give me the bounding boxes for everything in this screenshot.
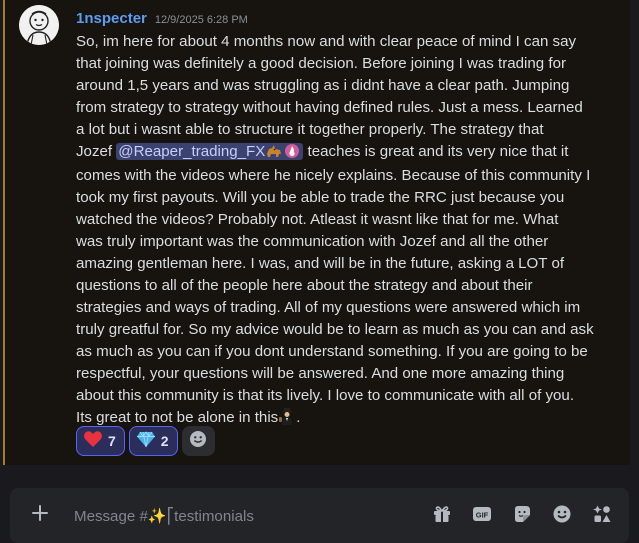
message-line: Jozef @Reaper_trading_FX teaches is grea…	[76, 141, 628, 165]
gif-icon: GIF	[472, 504, 492, 529]
apps-button[interactable]	[589, 503, 615, 529]
gif-button[interactable]: GIF	[469, 503, 495, 529]
emoji-icon	[552, 504, 572, 529]
message-line: was truly important was the communicatio…	[76, 233, 549, 250]
add-reaction-button[interactable]	[181, 426, 215, 456]
reaction-count: 2	[160, 433, 169, 449]
message-text: teaches is great and its very nice that …	[303, 143, 569, 160]
message-line: as much as you can if you dont understan…	[76, 343, 588, 360]
timestamp: 12/9/2025 6:28 PM	[154, 14, 248, 26]
gift-icon	[432, 504, 452, 529]
sticker-button[interactable]	[509, 503, 535, 529]
composer-tools: GIF	[429, 503, 615, 529]
message-content: So, im here for about 4 months now and w…	[76, 31, 628, 431]
reaction-count: 7	[108, 433, 116, 449]
message-text: Its great to not be alone in this	[76, 409, 279, 426]
dog-emoji-icon	[265, 143, 283, 165]
message-header: 1nspecter 12/9/2025 6:28 PM	[76, 10, 248, 27]
message-input-placeholder[interactable]: Message #✨⎡testimonials	[74, 507, 254, 525]
sticker-icon	[512, 504, 532, 529]
message-text: Jozef	[76, 143, 117, 160]
emoji-button[interactable]	[549, 503, 575, 529]
message-line: respectful, your questions will be answe…	[76, 365, 565, 382]
user-mention[interactable]: @Reaper_trading_FX	[116, 143, 304, 160]
gem-emoji-icon	[136, 430, 156, 453]
gift-button[interactable]	[429, 503, 455, 529]
message-line: about this community is that its lively.…	[76, 387, 575, 404]
add-attachment-button[interactable]	[28, 503, 52, 527]
message-line: from strategy to strategy without having…	[76, 99, 583, 116]
message-text: .	[296, 409, 301, 426]
message-line: watched the videos? Probably not. Atleas…	[76, 211, 559, 228]
message-line: around 1,5 years and was struggling as i…	[76, 77, 570, 94]
message-line: comes with the videos where he nicely ex…	[76, 167, 591, 184]
username[interactable]: 1nspecter	[76, 10, 147, 27]
user-avatar[interactable]	[19, 5, 59, 45]
message-line: questions to all of the people here abou…	[76, 277, 533, 294]
message-composer[interactable]: Message #✨⎡testimonials GIF	[10, 488, 629, 543]
flame-badge-icon	[283, 143, 301, 165]
composer-area: Message #✨⎡testimonials GIF	[0, 488, 639, 543]
reaction-heart[interactable]: 7	[76, 426, 125, 456]
heart-emoji-icon	[83, 430, 103, 453]
reactions-bar: 7 2	[76, 426, 215, 456]
message-line: strategies and ways of trading. All of m…	[76, 299, 581, 316]
svg-text:GIF: GIF	[476, 510, 489, 519]
apps-icon	[592, 504, 612, 529]
mention-text: @Reaper_trading_FX	[118, 143, 266, 160]
message-line: amazing gentleman here. I was, and will …	[76, 255, 565, 272]
gentleman-emoji-icon	[278, 407, 296, 431]
message-line: took my first payouts. Will you be able …	[76, 189, 565, 206]
reaction-gem[interactable]: 2	[128, 426, 178, 456]
message-line: that joining was definitely a good decis…	[76, 55, 567, 72]
message-line: truly greatful for. So my advice would b…	[76, 321, 594, 338]
message-line: a lot but i wasnt able to structure it t…	[76, 121, 544, 138]
chat-area: 1nspecter 12/9/2025 6:28 PM So, im here …	[0, 0, 639, 488]
message-highlighted[interactable]: 1nspecter 12/9/2025 6:28 PM So, im here …	[3, 0, 630, 465]
add-reaction-icon	[189, 430, 207, 453]
add-icon	[30, 503, 50, 528]
message-line: So, im here for about 4 months now and w…	[76, 33, 577, 50]
